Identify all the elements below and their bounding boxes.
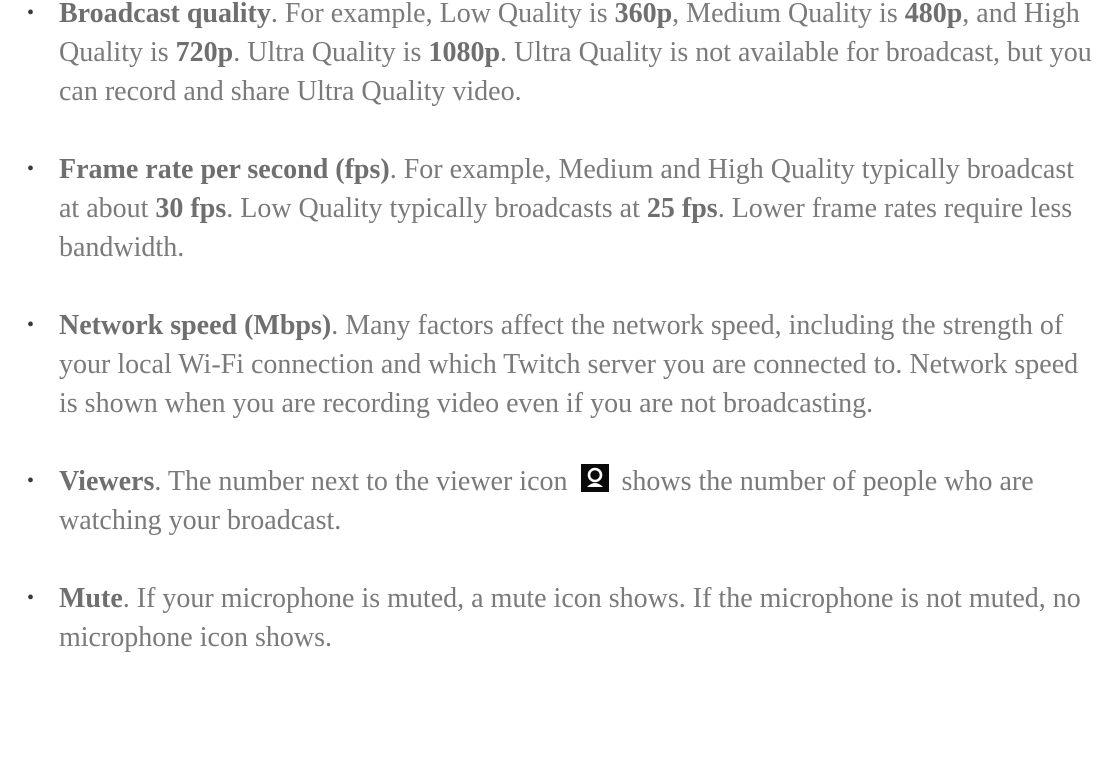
list-item-broadcast-quality: • Broadcast quality. For example, Low Qu… [0, 0, 1104, 111]
item-text: . Low Quality typically broadcasts at [226, 193, 647, 224]
bullet-dot: • [27, 314, 35, 336]
item-value: 25 fps [646, 193, 718, 224]
bullet-dot: • [27, 587, 35, 609]
bullet-dot: • [27, 158, 35, 180]
list-item-frame-rate: • Frame rate per second (fps). For examp… [0, 150, 1104, 267]
item-text: . If your microphone is muted, a mute ic… [59, 583, 1081, 653]
item-title: Broadcast quality [59, 0, 271, 29]
bullet-dot: • [27, 2, 35, 24]
list-item-viewers: • Viewers. The number next to the viewer… [0, 462, 1104, 540]
viewer-icon [580, 464, 609, 492]
item-text: . The number next to the viewer icon [154, 466, 568, 497]
item-title: Viewers [59, 466, 155, 497]
item-value: 30 fps [155, 193, 227, 224]
item-text: . For example, Low Quality is [270, 0, 615, 29]
item-text: . Ultra Quality is [233, 37, 429, 68]
list-item-mute: • Mute. If your microphone is muted, a m… [0, 579, 1104, 657]
item-title: Network speed (Mbps) [59, 310, 332, 341]
list-item-network-speed: • Network speed (Mbps). Many factors aff… [0, 306, 1104, 423]
item-text: , Medium Quality is [672, 0, 905, 29]
bullet-list: • Broadcast quality. For example, Low Qu… [0, 0, 1104, 657]
bullet-dot: • [27, 470, 35, 492]
item-title: Frame rate per second (fps) [59, 154, 390, 185]
item-value: 720p [175, 37, 234, 68]
item-value: 480p [904, 0, 963, 29]
item-title: Mute [59, 583, 123, 614]
item-value: 360p [614, 0, 673, 29]
item-value: 1080p [428, 37, 501, 68]
